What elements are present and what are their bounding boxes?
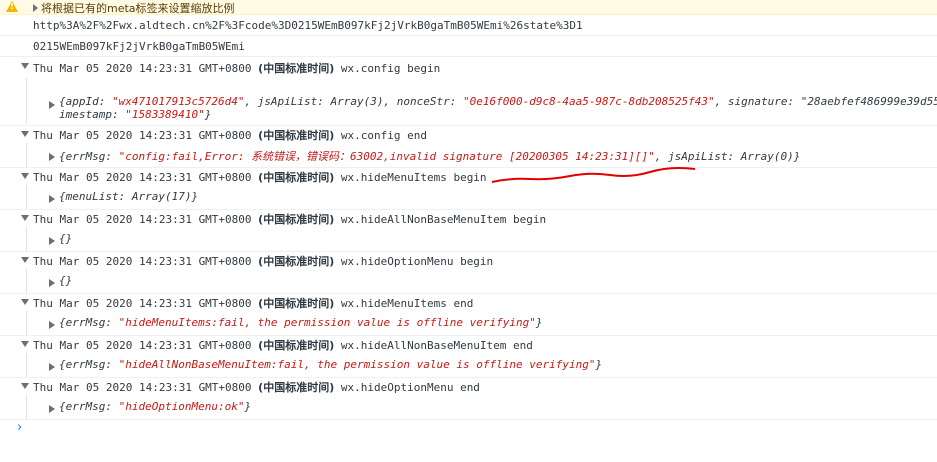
log-object-config-cont: imestamp: "1583389410"} xyxy=(59,108,937,121)
expand-object-arrow-icon[interactable] xyxy=(49,321,55,329)
log-object-text: {appId: "wx471017913c5726d4", jsApiList:… xyxy=(59,95,937,108)
log-group-header[interactable]: Thu Mar 05 2020 14:23:31 GMT+0800 (中国标准时… xyxy=(33,295,937,311)
log-group-header[interactable]: Thu Mar 05 2020 14:23:31 GMT+0800 (中国标准时… xyxy=(33,127,937,143)
log-object-text: {} xyxy=(59,232,73,245)
log-object-text: {menuList: Array(17)} xyxy=(59,190,199,203)
log-line-url: http%3A%2F%2Fwx.aldtech.cn%2F%3Fcode%3D0… xyxy=(33,19,583,32)
console-prompt-icon[interactable]: › xyxy=(17,420,22,435)
expand-object-arrow-icon[interactable] xyxy=(49,195,55,203)
expand-object-arrow-icon[interactable] xyxy=(49,279,55,287)
console-warning-message: 将根据已有的meta标签来设置缩放比例 xyxy=(0,0,937,15)
log-object-text: {errMsg: "hideOptionMenu:ok"} xyxy=(59,400,252,413)
log-group-header[interactable]: Thu Mar 05 2020 14:23:31 GMT+0800 (中国标准时… xyxy=(33,211,937,227)
collapse-arrow-icon[interactable] xyxy=(21,257,29,263)
collapse-arrow-icon[interactable] xyxy=(21,63,29,69)
collapse-arrow-icon[interactable] xyxy=(21,299,29,305)
log-object-menu-list[interactable]: {menuList: Array(17)} xyxy=(59,190,937,203)
log-group-header[interactable]: Thu Mar 05 2020 14:23:31 GMT+0800 (中国标准时… xyxy=(33,253,937,269)
log-object-empty[interactable]: {} xyxy=(59,232,937,245)
log-object-config[interactable]: {appId: "wx471017913c5726d4", jsApiList:… xyxy=(59,95,937,108)
log-group-header[interactable]: Thu Mar 05 2020 14:23:31 GMT+0800 (中国标准时… xyxy=(33,60,937,76)
log-object-text: {errMsg: "config:fail,Error: 系统错误，错误码：63… xyxy=(59,150,801,163)
collapse-arrow-icon[interactable] xyxy=(21,173,29,179)
log-object-hide-menu-error[interactable]: {errMsg: "hideMenuItems:fail, the permis… xyxy=(59,316,937,329)
expand-object-arrow-icon[interactable] xyxy=(49,101,55,109)
log-line-code: 0215WEmB097kFj2jVrkB0gaTmB05WEmi xyxy=(33,40,245,53)
collapse-arrow-icon[interactable] xyxy=(21,131,29,137)
warning-triangle-icon xyxy=(6,1,18,12)
log-group-header[interactable]: Thu Mar 05 2020 14:23:31 GMT+0800 (中国标准时… xyxy=(33,379,937,395)
log-object-hide-all-error[interactable]: {errMsg: "hideAllNonBaseMenuItem:fail, t… xyxy=(59,358,937,371)
expand-object-arrow-icon[interactable] xyxy=(49,405,55,413)
log-object-config-error[interactable]: {errMsg: "config:fail,Error: 系统错误，错误码：63… xyxy=(59,148,937,164)
collapse-arrow-icon[interactable] xyxy=(21,383,29,389)
log-group-header[interactable]: Thu Mar 05 2020 14:23:31 GMT+0800 (中国标准时… xyxy=(33,337,937,353)
expand-arrow-icon[interactable] xyxy=(33,4,38,12)
collapse-arrow-icon[interactable] xyxy=(21,341,29,347)
expand-object-arrow-icon[interactable] xyxy=(49,363,55,371)
log-object-text: {} xyxy=(59,274,73,287)
log-object-empty[interactable]: {} xyxy=(59,274,937,287)
collapse-arrow-icon[interactable] xyxy=(21,215,29,221)
log-group-header[interactable]: Thu Mar 05 2020 14:23:31 GMT+0800 (中国标准时… xyxy=(33,169,937,185)
log-object-text: {errMsg: "hideMenuItems:fail, the permis… xyxy=(59,316,543,329)
red-annotation-underline xyxy=(491,167,696,183)
log-object-option-ok[interactable]: {errMsg: "hideOptionMenu:ok"} xyxy=(59,400,937,413)
log-object-text: {errMsg: "hideAllNonBaseMenuItem:fail, t… xyxy=(59,358,603,371)
expand-object-arrow-icon[interactable] xyxy=(49,153,55,161)
log-object-text: imestamp: "1583389410"} xyxy=(59,108,212,121)
warning-text: 将根据已有的meta标签来设置缩放比例 xyxy=(41,2,235,15)
expand-object-arrow-icon[interactable] xyxy=(49,237,55,245)
